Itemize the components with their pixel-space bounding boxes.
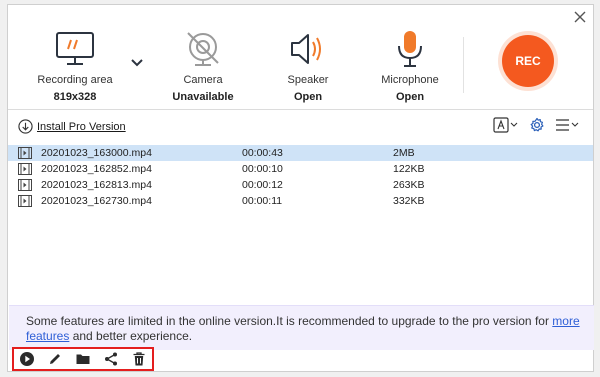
file-row[interactable]: 20201023_162852.mp4 00:00:10 122KB (8, 161, 593, 177)
camera-control[interactable]: Camera Unavailable (148, 27, 258, 103)
chevron-down-icon (131, 59, 143, 67)
file-row[interactable]: 20201023_163000.mp4 00:00:43 2MB (8, 145, 593, 161)
microphone-value: Open (395, 91, 425, 103)
camera-label: Camera (183, 74, 223, 86)
gear-icon (530, 117, 544, 132)
play-button[interactable] (18, 350, 36, 368)
video-file-icon (18, 147, 32, 159)
microphone-control[interactable]: Microphone Open (355, 27, 465, 103)
delete-button[interactable] (130, 350, 148, 368)
file-action-bar (12, 347, 154, 371)
list-toolbar: Install Pro Version (8, 117, 593, 139)
video-file-icon (18, 195, 32, 207)
video-file-icon (18, 179, 32, 191)
download-circle-icon (18, 119, 33, 134)
recording-area-dropdown[interactable] (130, 55, 144, 67)
recording-area-control[interactable]: Recording area 819x328 (20, 27, 130, 103)
hamburger-menu-icon (556, 119, 579, 131)
open-folder-button[interactable] (74, 350, 92, 368)
edit-icon (50, 354, 60, 364)
folder-icon (76, 354, 90, 364)
video-file-icon (18, 163, 32, 175)
recording-area-label: Recording area (37, 74, 113, 86)
speaker-value: Open (293, 91, 323, 103)
file-size: 2MB (393, 147, 415, 159)
monitor-icon (56, 32, 94, 65)
install-pro-label: Install Pro Version (37, 120, 126, 133)
file-duration: 00:00:43 (242, 147, 283, 159)
banner-text: Some features are limited in the online … (26, 314, 553, 328)
camera-off-icon (187, 32, 219, 66)
file-duration: 00:00:11 (242, 195, 283, 207)
controls-divider (463, 37, 464, 93)
recording-area-value: 819x328 (53, 91, 97, 103)
file-size: 332KB (393, 195, 425, 207)
install-pro-link[interactable]: Install Pro Version (18, 119, 126, 134)
speaker-icon (291, 34, 321, 64)
microphone-label: Microphone (381, 74, 439, 86)
banner-text-end: and better experience. (69, 329, 193, 343)
rec-button[interactable]: REC (502, 35, 554, 87)
share-icon (105, 352, 117, 366)
file-name: 20201023_162813.mp4 (41, 179, 152, 191)
play-icon (20, 352, 34, 366)
file-name: 20201023_163000.mp4 (41, 147, 152, 159)
recordings-list: 20201023_163000.mp4 00:00:43 2MB 2020102… (8, 145, 593, 209)
file-duration: 00:00:12 (242, 179, 283, 191)
file-size: 263KB (393, 179, 425, 191)
menu-button[interactable] (555, 117, 579, 133)
share-button[interactable] (102, 350, 120, 368)
trash-icon (133, 352, 145, 366)
file-size: 122KB (393, 163, 425, 175)
toolbar-icons (493, 117, 579, 133)
upgrade-banner: Some features are limited in the online … (9, 305, 594, 350)
camera-value: Unavailable (172, 91, 234, 103)
speaker-control[interactable]: Speaker Open (253, 27, 363, 103)
file-name: 20201023_162730.mp4 (41, 195, 152, 207)
recorder-window: Recording area 819x328 Camera Unavailabl… (7, 4, 594, 372)
text-format-icon (493, 117, 518, 133)
edit-button[interactable] (46, 350, 64, 368)
file-duration: 00:00:10 (242, 163, 283, 175)
capture-controls: Recording area 819x328 Camera Unavailabl… (8, 5, 593, 109)
file-row[interactable]: 20201023_162813.mp4 00:00:12 263KB (8, 177, 593, 193)
settings-button[interactable] (529, 117, 545, 133)
file-row[interactable]: 20201023_162730.mp4 00:00:11 332KB (8, 193, 593, 209)
speaker-label: Speaker (287, 74, 329, 86)
file-name: 20201023_162852.mp4 (41, 163, 152, 175)
microphone-icon (398, 31, 422, 67)
text-format-button[interactable] (493, 117, 519, 133)
header-separator (8, 109, 593, 110)
